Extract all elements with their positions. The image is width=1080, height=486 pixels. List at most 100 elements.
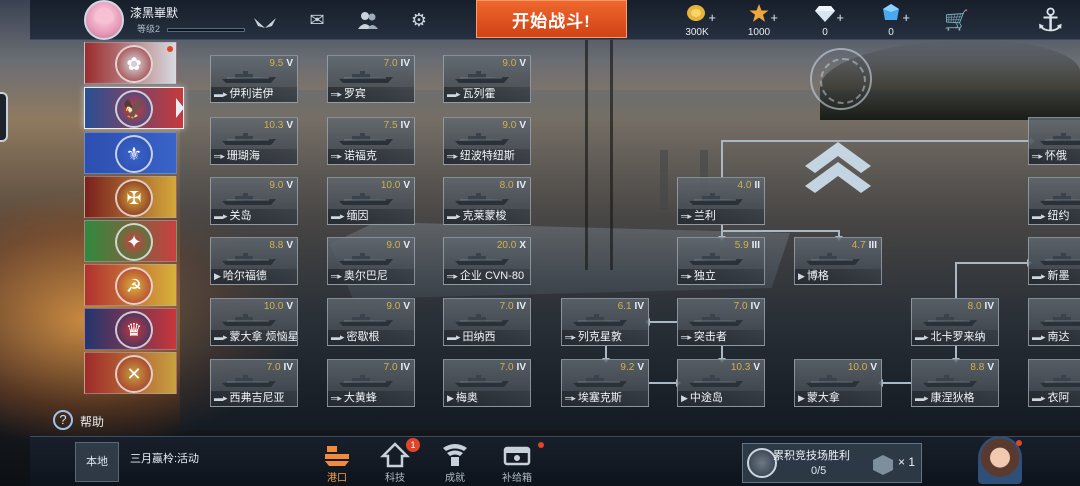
ship-tier-numeral: II: [754, 180, 760, 191]
ship-card[interactable]: 7.0 IV ▶ 梅奥: [443, 359, 531, 407]
nation-ussr[interactable]: ☭: [84, 264, 177, 306]
ship-tier-numeral: IV: [634, 301, 644, 312]
ship-name: 怀俄: [1044, 150, 1067, 162]
ship-class-icon: ═▸: [331, 89, 342, 99]
star-resource[interactable]: + 1000: [734, 2, 784, 38]
ship-card[interactable]: 10.3 V ═▸ 珊瑚海: [210, 117, 298, 165]
ship-card[interactable]: 8.8 V ▶ 哈尔福德: [210, 237, 298, 285]
ship-card[interactable]: 20.0 X ═▸ 企业 CVN-80: [443, 237, 531, 285]
nav-achievement[interactable]: 成就: [430, 440, 480, 484]
ship-silhouette-icon: [689, 375, 743, 387]
ship-card[interactable]: 4.7 III ▶ 博格: [794, 237, 882, 285]
gear-icon[interactable]: ⚙: [407, 9, 431, 31]
ship-tier: 7.0 IV: [734, 301, 760, 312]
ship-card[interactable]: 10.0V ▬▸蒙大拿 烦恼星河: [210, 298, 298, 346]
ship-card[interactable]: 7.0 IV ▬▸ 西弗吉尼亚: [210, 359, 298, 407]
ship-card[interactable]: 10.0 V ▶ 蒙大拿: [794, 359, 882, 407]
plus-icon: +: [836, 10, 844, 25]
ship-name-bar: ▬▸ 西弗吉尼亚: [211, 391, 297, 406]
ship-tier: 9.0 V: [269, 180, 293, 191]
ship-card[interactable]: 5.9 III ═▸ 独立: [677, 237, 765, 285]
tree-connector: [649, 379, 681, 387]
ship-tier: 7.5 IV: [384, 120, 410, 131]
ship-name: 列克星敦: [577, 331, 622, 343]
help-label[interactable]: 帮助: [80, 413, 104, 430]
ship-card[interactable]: 7.5 IV ═▸ 诺福克: [327, 117, 415, 165]
ship-card[interactable]: ▬▸ 新墨: [1028, 237, 1080, 285]
help-icon[interactable]: ?: [53, 410, 73, 430]
ship-card[interactable]: 9.0 V ▬▸ 瓦列霍: [443, 55, 531, 103]
ship-rating: 9.2: [620, 362, 635, 373]
ship-card[interactable]: 7.0 IV ═▸ 大黄蜂: [327, 359, 415, 407]
ship-class-icon: ═▸: [565, 393, 576, 403]
nav-harbor[interactable]: 港口: [312, 440, 362, 484]
event-ticker[interactable]: 三月蠃柃:活动: [130, 450, 199, 466]
ship-card[interactable]: 7.0 IV ═▸ 罗宾: [327, 55, 415, 103]
ship-card[interactable]: 10.3 V ▶ 中途岛: [677, 359, 765, 407]
ship-name: 密歇根: [346, 331, 380, 343]
chat-channel-button[interactable]: 本地: [75, 442, 119, 482]
shop-cart-icon[interactable]: 🛒: [944, 8, 969, 33]
ship-rating: 9.0: [269, 180, 284, 191]
nation-misc[interactable]: ✕: [84, 352, 177, 394]
ship-tier: 10.0 V: [848, 362, 877, 373]
ship-class-icon: ═▸: [681, 211, 692, 221]
nation-usa[interactable]: 🦅: [84, 87, 184, 129]
nav-supply-box[interactable]: 补给箱: [492, 440, 542, 484]
ship-card[interactable]: 8.8 V ▬▸ 康涅狄格: [911, 359, 999, 407]
ship-name: 埃塞克斯: [577, 392, 622, 404]
nation-uk[interactable]: ♛: [84, 308, 177, 350]
ship-card[interactable]: 8.0 IV ▬▸ 北卡罗来纳: [911, 298, 999, 346]
tree-connector: [602, 346, 610, 363]
ship-card[interactable]: 6.1 IV ═▸ 列克星敦: [561, 298, 649, 346]
nation-japan[interactable]: ✿: [84, 42, 177, 84]
ship-rating: 10.3: [263, 120, 284, 131]
ship-silhouette-icon: [573, 314, 627, 326]
nation-france[interactable]: ⚜: [84, 132, 177, 174]
ship-class-icon: ▬▸: [1032, 332, 1046, 342]
ship-card[interactable]: 9.0 V ▬▸ 密歇根: [327, 298, 415, 346]
ship-silhouette-icon: [339, 71, 393, 83]
ship-tier-numeral: V: [870, 362, 877, 373]
ship-class-icon: ▶: [681, 393, 688, 403]
ship-card[interactable]: ▬▸ 南达: [1028, 298, 1080, 346]
ship-card[interactable]: 10.0 V ▬▸ 缅因: [327, 177, 415, 225]
player-avatar[interactable]: [84, 0, 124, 40]
ship-class-icon: ▬▸: [915, 332, 929, 342]
friends-icon[interactable]: [356, 9, 380, 31]
ship-silhouette-icon: [222, 193, 276, 205]
gold-resource[interactable]: + 300K: [672, 2, 722, 38]
ship-card[interactable]: 8.0 IV ▬▸ 克莱蒙梭: [443, 177, 531, 225]
ship-name: 纽约: [1047, 210, 1070, 222]
arena-win-task[interactable]: 累积竞技场胜利 0/5 × 1: [742, 443, 922, 483]
ship-card[interactable]: 9.2 V ═▸ 埃塞克斯: [561, 359, 649, 407]
start-battle-button[interactable]: 开始战斗!: [476, 0, 627, 38]
ship-card[interactable]: 9.5 V ▬▸ 伊利诺伊: [210, 55, 298, 103]
ship-card[interactable]: 7.0 IV ▬▸ 田纳西: [443, 298, 531, 346]
nation-italy[interactable]: ✦: [84, 220, 177, 262]
ship-card[interactable]: 9.0 V ═▸ 奥尔巴尼: [327, 237, 415, 285]
nation-germany[interactable]: ✠: [84, 176, 177, 218]
crystal-resource[interactable]: + 0: [866, 2, 916, 38]
ship-card[interactable]: 9.0 V ▬▸ 关岛: [210, 177, 298, 225]
anchor-icon[interactable]: ⚓: [1036, 0, 1065, 40]
diamond-resource[interactable]: + 0: [800, 2, 850, 38]
tree-connector: [721, 230, 838, 232]
ship-name-bar: ▶ 中途岛: [678, 391, 764, 406]
ship-card[interactable]: ▬▸ 纽约: [1028, 177, 1080, 225]
chevron-up-icon[interactable]: [803, 140, 873, 194]
ship-card[interactable]: ═▸ 怀俄: [1028, 117, 1080, 165]
side-handle[interactable]: [0, 92, 8, 142]
ship-name: 瓦列霍: [462, 88, 496, 100]
mail-icon[interactable]: ✉: [305, 9, 329, 31]
ship-silhouette-icon: [1040, 133, 1080, 145]
ship-card[interactable]: 4.0 II ═▸ 兰利: [677, 177, 765, 225]
ship-card[interactable]: ▬▸ 衣阿: [1028, 359, 1080, 407]
ship-name: 关岛: [229, 210, 252, 222]
ship-card[interactable]: 7.0 IV ═▸ 突击者: [677, 298, 765, 346]
ship-silhouette-icon: [1040, 253, 1080, 265]
ship-tier: 9.0 V: [386, 240, 410, 251]
wings-icon[interactable]: [252, 16, 278, 30]
ship-name-bar: ▬▸ 克莱蒙梭: [444, 209, 530, 224]
ship-card[interactable]: 9.0 V ═▸ 纽波特纽斯: [443, 117, 531, 165]
